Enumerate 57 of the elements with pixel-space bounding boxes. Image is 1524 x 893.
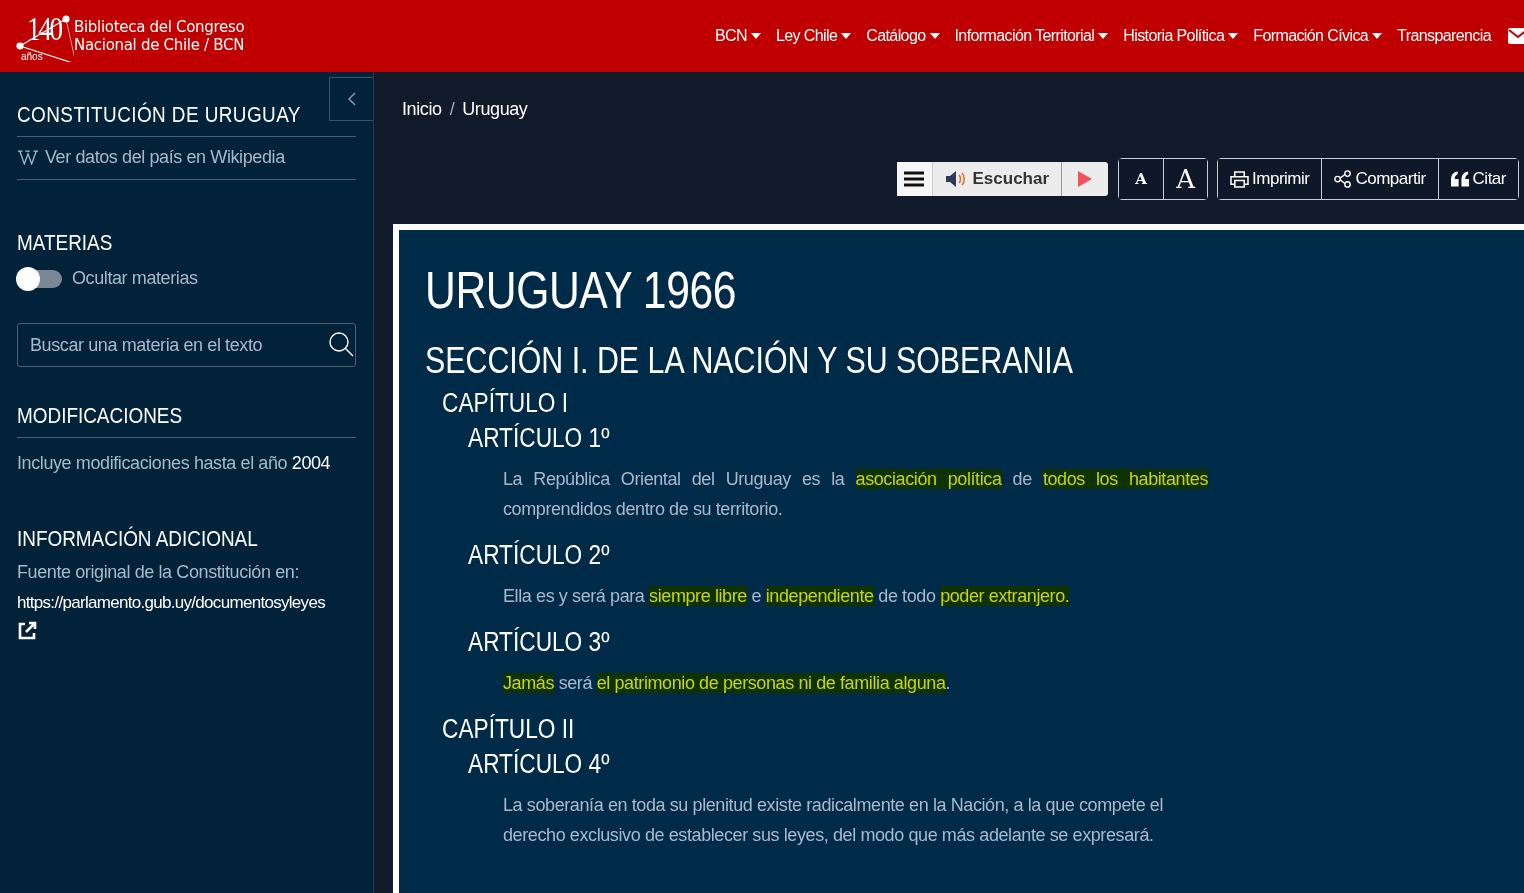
- nav-menu-item[interactable]: Formación Cívica: [1253, 27, 1383, 45]
- breadcrumb-separator: /: [449, 99, 455, 120]
- document-title: URUGUAY 1966: [425, 260, 738, 320]
- search-icon[interactable]: [328, 331, 354, 357]
- caret-icon: [1098, 33, 1109, 39]
- caret-icon: [929, 33, 940, 39]
- article-title: ARTÍCULO 3º: [468, 627, 611, 658]
- caret-icon: [1372, 33, 1383, 39]
- article-text: La soberanía en toda su plenitud existe radicalmente en la Nación, a la que compete el derecho exclusivo de establecer sus leyes, del modo que más adelante se expresará.: [503, 794, 1165, 847]
- nav-menu-item[interactable]: Ley Chile: [775, 27, 852, 45]
- chapter-title: CAPÍTULO II: [442, 714, 576, 745]
- article-title: ARTÍCULO 4º: [468, 749, 611, 780]
- play-icon: [1078, 171, 1093, 187]
- sidebar-title: CONSTITUCIÓN DE URUGUAY: [17, 102, 302, 128]
- breadcrumb-current: Uruguay: [462, 99, 528, 120]
- modifications-text: Incluye modificaciones hasta el año 2004: [17, 453, 332, 474]
- section-title: SECCIÓN I. DE LA NACIÓN Y SU SOBERANIA: [425, 340, 1074, 382]
- chapter-title: CAPÍTULO I: [442, 388, 570, 419]
- chevron-left-icon: [347, 92, 356, 106]
- article-text: La República Oriental del Uruguay es la asociación política de todos los habitantes comprendidos dentro de su territorio.: [503, 468, 1208, 521]
- logo-title: Nacional de Chile / BCN: [74, 36, 245, 54]
- logo-years: años: [21, 51, 43, 62]
- caret-icon: [1228, 33, 1239, 39]
- section-heading: INFORMACIÓN ADICIONAL: [17, 526, 259, 552]
- external-link-icon[interactable]: [17, 621, 37, 641]
- listen-button[interactable]: Escuchar: [932, 162, 1063, 196]
- quote-icon: [1450, 171, 1470, 187]
- toggle-label: Ocultar materias: [72, 268, 198, 289]
- cite-button[interactable]: Citar: [1437, 159, 1518, 199]
- nav-menu-item[interactable]: Información Territorial: [954, 27, 1109, 45]
- section-heading: MATERIAS: [17, 230, 114, 256]
- article-title: ARTÍCULO 2º: [468, 540, 611, 571]
- article-text: Jamás será el patrimonio de personas ni de familia alguna.: [503, 672, 952, 695]
- section-heading: MODIFICACIONES: [17, 403, 184, 429]
- menu-button[interactable]: [896, 162, 933, 196]
- breadcrumb-link[interactable]: Inicio: [402, 99, 442, 120]
- nav-menu-item[interactable]: Catálogo: [866, 27, 940, 45]
- nav-menu-item[interactable]: BCN: [714, 27, 761, 45]
- letter-w-icon: [17, 150, 39, 165]
- article-text: Ella es y será para siempre libre e independiente de todo poder extranjero.: [503, 585, 1071, 608]
- nav-menu-item[interactable]: Historia Política: [1123, 27, 1239, 45]
- article-title: ARTÍCULO 1º: [468, 423, 611, 454]
- envelope-icon[interactable]: [1508, 28, 1524, 44]
- caret-icon: [750, 33, 761, 39]
- printer-icon: [1230, 170, 1250, 188]
- nav-menu-item[interactable]: Transparencia: [1397, 27, 1491, 45]
- search-field[interactable]: Buscar una materia en el texto: [17, 323, 356, 367]
- increase-font-button[interactable]: A: [1163, 159, 1208, 199]
- wikipedia-link[interactable]: Ver datos del país en Wikipedia: [17, 137, 356, 179]
- source-text: Fuente original de la Constitución en:: [17, 562, 300, 583]
- toggle-switch[interactable]: [17, 269, 62, 288]
- caret-icon: [841, 33, 852, 39]
- menu-icon: [904, 171, 925, 187]
- source-link[interactable]: https://parlamento.gub.uy/documentosyleyes: [17, 593, 356, 613]
- share-icon: [1334, 170, 1353, 188]
- speaker-icon: [944, 170, 967, 188]
- logo-title: Biblioteca del Congreso: [74, 18, 245, 36]
